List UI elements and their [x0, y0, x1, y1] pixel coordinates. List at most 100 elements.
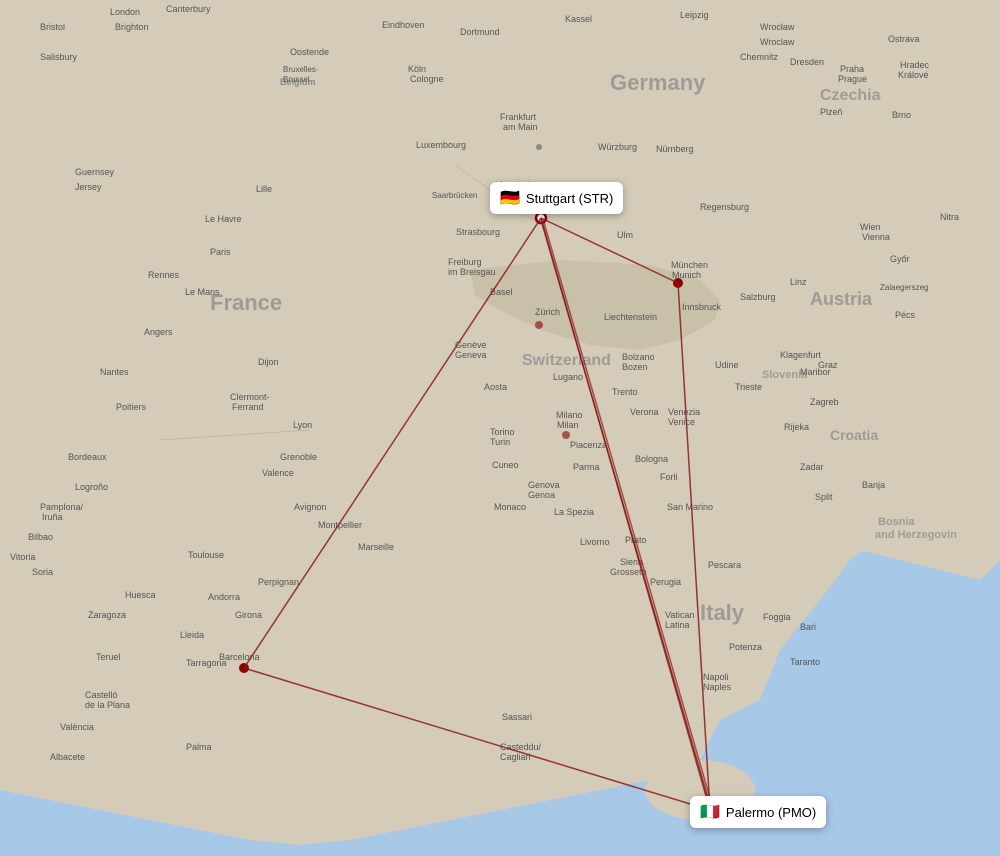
svg-text:Wroclaw: Wroclaw — [760, 37, 795, 47]
svg-text:Clermont-: Clermont- — [230, 392, 270, 402]
svg-text:Valence: Valence — [262, 468, 294, 478]
svg-text:Naples: Naples — [703, 682, 732, 692]
svg-text:Czechia: Czechia — [820, 87, 881, 104]
svg-text:Praha: Praha — [840, 64, 864, 74]
svg-text:Napoli: Napoli — [703, 672, 729, 682]
svg-text:Andorra: Andorra — [208, 592, 240, 602]
svg-text:Austria: Austria — [810, 289, 873, 309]
svg-text:im Breisgau: im Breisgau — [448, 267, 496, 277]
germany-flag: 🇩🇪 — [500, 188, 520, 208]
svg-text:Vatican: Vatican — [665, 610, 694, 620]
svg-text:Salzburg: Salzburg — [740, 292, 776, 302]
svg-text:Udine: Udine — [715, 360, 739, 370]
svg-text:Grenoble: Grenoble — [280, 452, 317, 462]
stuttgart-tooltip: 🇩🇪 Stuttgart (STR) — [490, 182, 623, 214]
svg-text:Torino: Torino — [490, 427, 515, 437]
svg-text:Lille: Lille — [256, 184, 272, 194]
svg-text:Girona: Girona — [235, 610, 262, 620]
svg-text:Montpellier: Montpellier — [318, 520, 362, 530]
svg-text:La Spezia: La Spezia — [554, 507, 594, 517]
svg-text:Dresden: Dresden — [790, 57, 824, 67]
svg-text:Regensburg: Regensburg — [700, 202, 749, 212]
svg-text:Jersey: Jersey — [75, 182, 102, 192]
svg-text:Kassel: Kassel — [565, 14, 592, 24]
svg-text:Albacete: Albacete — [50, 752, 85, 762]
svg-text:Verona: Verona — [630, 407, 659, 417]
svg-text:Pescara: Pescara — [708, 560, 741, 570]
svg-text:Hradec: Hradec — [900, 60, 930, 70]
svg-text:Brussel: Brussel — [283, 75, 310, 84]
svg-text:München: München — [671, 260, 708, 270]
svg-text:Lugano: Lugano — [553, 372, 583, 382]
svg-text:Split: Split — [815, 492, 833, 502]
svg-text:Le Havre: Le Havre — [205, 214, 242, 224]
svg-text:Aosta: Aosta — [484, 382, 507, 392]
svg-text:Eindhoven: Eindhoven — [382, 20, 425, 30]
svg-text:Italy: Italy — [700, 600, 745, 625]
svg-text:Innsbruck: Innsbruck — [682, 302, 722, 312]
svg-text:Dortmund: Dortmund — [460, 27, 500, 37]
svg-text:Huesca: Huesca — [125, 590, 156, 600]
svg-text:Vienna: Vienna — [862, 232, 890, 242]
svg-text:Ulm: Ulm — [617, 230, 633, 240]
svg-text:Nantes: Nantes — [100, 367, 129, 377]
svg-text:Frankfurt: Frankfurt — [500, 112, 537, 122]
svg-text:Lyon: Lyon — [293, 420, 312, 430]
svg-text:Prato: Prato — [625, 535, 647, 545]
svg-text:Luxembourg: Luxembourg — [416, 140, 466, 150]
svg-text:Soria: Soria — [32, 567, 53, 577]
svg-text:Genoa: Genoa — [528, 490, 555, 500]
svg-text:Forli: Forli — [660, 472, 678, 482]
svg-text:am Main: am Main — [503, 122, 538, 132]
svg-text:Rennes: Rennes — [148, 270, 180, 280]
svg-text:Cuneo: Cuneo — [492, 460, 519, 470]
svg-text:Casteddu/: Casteddu/ — [500, 742, 542, 752]
svg-text:Genève: Genève — [455, 340, 487, 350]
italy-flag: 🇮🇹 — [700, 802, 720, 822]
svg-text:Taranto: Taranto — [790, 657, 820, 667]
svg-text:Canterbury: Canterbury — [166, 4, 211, 14]
svg-text:Salisbury: Salisbury — [40, 52, 78, 62]
palermo-label: Palermo (PMO) — [726, 805, 816, 820]
svg-text:Trieste: Trieste — [735, 382, 762, 392]
svg-text:Bari: Bari — [800, 622, 816, 632]
svg-text:Cologne: Cologne — [410, 74, 444, 84]
svg-text:Rijeka: Rijeka — [784, 422, 809, 432]
svg-text:Barcelona: Barcelona — [219, 652, 260, 662]
palermo-tooltip: 🇮🇹 Palermo (PMO) — [690, 796, 826, 828]
svg-text:Monaco: Monaco — [494, 502, 526, 512]
svg-text:Siena: Siena — [620, 557, 643, 567]
svg-text:Nürnberg: Nürnberg — [656, 144, 694, 154]
svg-text:Ferrand: Ferrand — [232, 402, 264, 412]
svg-text:Potenza: Potenza — [729, 642, 762, 652]
svg-text:València: València — [60, 722, 94, 732]
svg-text:Marseille: Marseille — [358, 542, 394, 552]
svg-text:Bosnia: Bosnia — [878, 516, 916, 528]
svg-text:Bilbao: Bilbao — [28, 532, 53, 542]
svg-text:Bolzano: Bolzano — [622, 352, 655, 362]
svg-text:Geneva: Geneva — [455, 350, 487, 360]
svg-text:Venezia: Venezia — [668, 407, 700, 417]
svg-text:Zadar: Zadar — [800, 462, 824, 472]
svg-text:Lleida: Lleida — [180, 630, 204, 640]
svg-text:Wien: Wien — [860, 222, 881, 232]
svg-text:Latina: Latina — [665, 620, 690, 630]
svg-text:Teruel: Teruel — [96, 652, 121, 662]
svg-text:Trento: Trento — [612, 387, 638, 397]
svg-text:Angers: Angers — [144, 327, 173, 337]
svg-text:Bordeaux: Bordeaux — [68, 452, 107, 462]
svg-text:Paris: Paris — [210, 247, 231, 257]
svg-text:Vitoria: Vitoria — [10, 552, 35, 562]
svg-text:Perugia: Perugia — [650, 577, 681, 587]
svg-text:London: London — [110, 7, 140, 17]
svg-text:Liechtenstein: Liechtenstein — [604, 312, 657, 322]
svg-text:Nitra: Nitra — [940, 212, 959, 222]
svg-text:Bozen: Bozen — [622, 362, 648, 372]
svg-text:Palma: Palma — [186, 742, 212, 752]
svg-text:Bologna: Bologna — [635, 454, 668, 464]
svg-text:Perpignan: Perpignan — [258, 577, 299, 587]
svg-text:Switzerland: Switzerland — [522, 352, 611, 369]
stuttgart-label: Stuttgart (STR) — [526, 191, 613, 206]
svg-text:Prague: Prague — [838, 74, 867, 84]
svg-text:Győr: Győr — [890, 254, 910, 264]
